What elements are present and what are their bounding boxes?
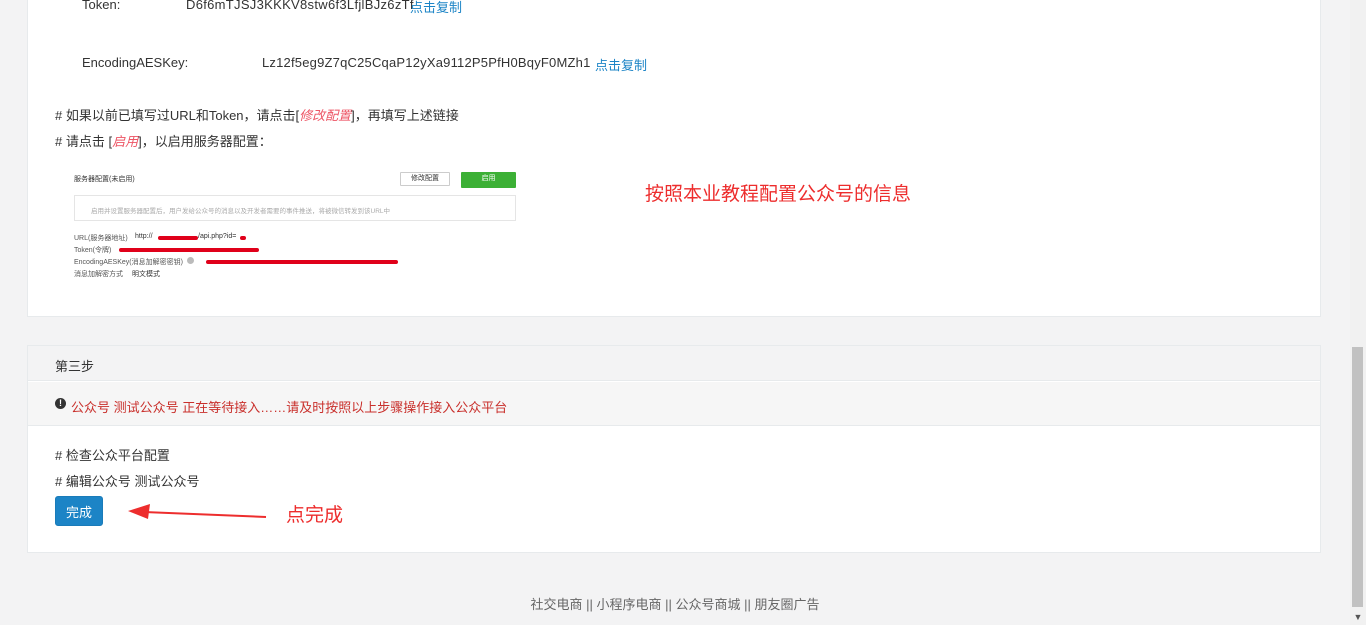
- redaction-mark: [206, 260, 398, 264]
- annotation-arrow-icon: [128, 504, 267, 519]
- help-icon: [187, 257, 194, 264]
- footer-link-official-account-mall[interactable]: 公众号商城: [676, 597, 741, 612]
- step3-title: 第三步: [55, 359, 95, 374]
- example-encrypt-label: 消息加解密方式: [74, 271, 123, 278]
- edit-account-line: # 编辑公众号 测试公众号: [55, 474, 200, 489]
- example-url-prefix: http://: [135, 233, 153, 240]
- example-url-label: URL(服务器地址): [74, 235, 128, 242]
- example-aes-label: EncodingAESKey(消息加解密密钥): [74, 259, 183, 266]
- example-token-label: Token(令牌): [74, 247, 112, 254]
- annotation-done-note: 点完成: [286, 505, 344, 526]
- example-title: 服务器配置(未启用): [74, 176, 135, 183]
- token-label: Token:: [82, 0, 121, 12]
- instruction-text: # 如果以前已填写过URL和Token，请点击[: [55, 108, 300, 123]
- aes-key-value: Lz12f5eg9Z7qC25CqaP12yXa9112P5PfH0BqyF0M…: [262, 55, 591, 70]
- example-description: 启用并设置服务器配置后，用户发给公众号的消息以及开发者需要的事件推送，将被微信转…: [91, 208, 391, 215]
- enable-highlight: 启用: [112, 134, 139, 149]
- step3-alert: ! 公众号 测试公众号 正在等待接入……请及时按照以上步骤操作接入公众平台: [28, 382, 1320, 426]
- exclamation-circle-icon: !: [55, 398, 66, 409]
- instruction-line-modify: # 如果以前已填写过URL和Token，请点击[修改配置]，再填写上述链接: [55, 105, 459, 124]
- aes-key-copy-link[interactable]: 点击复制: [595, 55, 647, 74]
- redaction-mark: [158, 236, 198, 240]
- footer-link-moments-ads[interactable]: 朋友圈广告: [755, 597, 820, 612]
- server-config-example-image: 服务器配置(未启用) 修改配置 启用 启用并设置服务器配置后，用户发给公众号的消…: [68, 164, 524, 286]
- redaction-mark: [119, 248, 259, 252]
- example-encrypt-value: 明文模式: [132, 271, 160, 278]
- redaction-mark: [240, 236, 246, 240]
- footer-link-social-commerce[interactable]: 社交电商: [530, 597, 582, 612]
- example-description-box: 启用并设置服务器配置后，用户发给公众号的消息以及开发者需要的事件推送，将被微信转…: [74, 195, 516, 221]
- instruction-line-enable: # 请点击 [启用]，以启用服务器配置：: [55, 131, 272, 150]
- scroll-down-arrow-icon[interactable]: ▼: [1350, 609, 1366, 625]
- footer-separator: ||: [586, 597, 593, 612]
- instruction-text: ]，以启用服务器配置：: [138, 134, 272, 149]
- token-copy-link[interactable]: 点击复制: [410, 0, 462, 16]
- alert-text: 公众号 测试公众号 正在等待接入……请及时按照以上步骤操作接入公众平台: [71, 400, 508, 415]
- example-modify-button: 修改配置: [400, 172, 450, 186]
- instruction-text: ]，再填写上述链接: [351, 108, 459, 123]
- example-url-suffix: /api.php?id=: [198, 233, 237, 240]
- token-value: D6f6mTJSJ3KKKV8stw6f3LfjlBJz6zTf: [186, 0, 414, 12]
- modify-config-highlight: 修改配置: [299, 108, 352, 123]
- scrollbar-thumb[interactable]: [1352, 347, 1363, 607]
- annotation-config-note: 按照本业教程配置公众号的信息: [645, 184, 912, 205]
- footer-link-mini-program[interactable]: 小程序电商: [596, 597, 661, 612]
- footer-links: 社交电商 || 小程序电商 || 公众号商城 || 朋友圈广告: [0, 594, 1350, 613]
- check-platform-config: # 检查公众平台配置: [55, 448, 170, 463]
- done-button[interactable]: 完成: [55, 496, 103, 526]
- example-enable-button: 启用: [461, 172, 516, 188]
- footer-separator: ||: [665, 597, 672, 612]
- footer-separator: ||: [744, 597, 751, 612]
- step3-header: 第三步: [28, 346, 1320, 381]
- aes-key-label: EncodingAESKey:: [82, 55, 189, 70]
- instruction-text: # 请点击 [: [55, 134, 113, 149]
